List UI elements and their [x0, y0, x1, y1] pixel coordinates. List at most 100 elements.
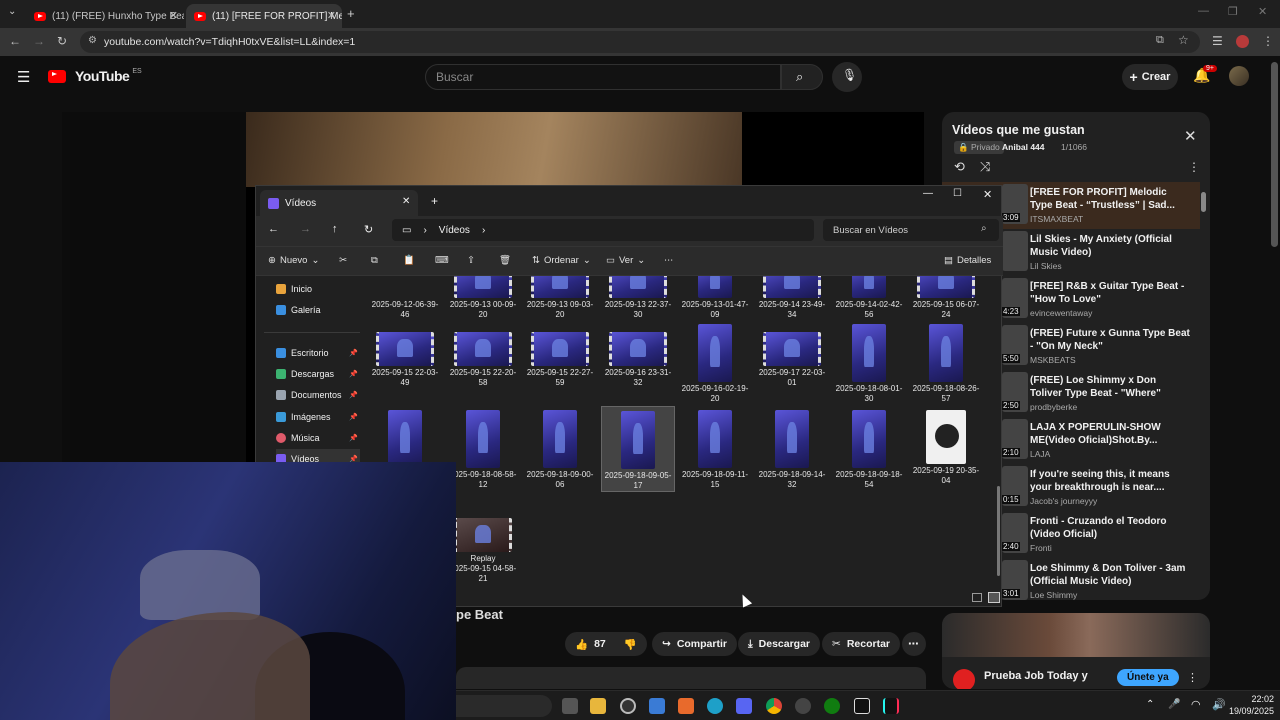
tab-hunxho[interactable]: (11) (FREE) Hunxho Type Beat - ✕: [26, 4, 184, 28]
store-taskbar-icon[interactable]: [649, 698, 665, 714]
file-item[interactable]: 2025-09-18-08-01-30: [832, 320, 906, 406]
playlist-owner[interactable]: Anibal 444: [1002, 142, 1045, 152]
brave-taskbar-icon[interactable]: [678, 698, 694, 714]
file-item[interactable]: 2025-09-15 22-03-49: [368, 320, 442, 406]
file-item[interactable]: 2025-09-15 22-20-58: [446, 320, 520, 406]
back-icon[interactable]: ←: [9, 34, 21, 48]
explorer-minimize-icon[interactable]: —: [923, 188, 933, 199]
details-button[interactable]: ▤ Detalles: [944, 255, 991, 266]
share-icon[interactable]: ⇪: [467, 255, 475, 266]
obs-taskbar-icon[interactable]: [620, 698, 636, 714]
file-item[interactable]: 2025-09-17 22-03-01: [755, 320, 829, 406]
sidebar-item-documents[interactable]: Documentos 📌: [276, 385, 360, 405]
address-bar[interactable]: ⚙ youtube.com/watch?v=TdiqhH0txVE&list=L…: [80, 31, 1200, 53]
new-tab-icon[interactable]: +: [347, 6, 355, 21]
explorer-refresh-icon[interactable]: ↻: [364, 223, 373, 236]
extensions-icon[interactable]: ☰: [1212, 34, 1223, 48]
minimize-window-icon[interactable]: —: [1198, 5, 1209, 17]
playlist-scrollbar[interactable]: [1201, 192, 1206, 212]
task-view-icon[interactable]: [562, 698, 578, 714]
explorer-address-bar[interactable]: ▭ › Vídeos ›: [392, 219, 814, 241]
sponsored-ad[interactable]: Prueba Job Today y Únete ya ⋮: [942, 613, 1210, 689]
close-tab-icon[interactable]: ✕: [169, 9, 178, 22]
paste-icon[interactable]: 📋: [403, 255, 415, 266]
file-item-selected[interactable]: 2025-09-18-09-05-17: [601, 406, 675, 492]
ad-menu-icon[interactable]: ⋮: [1187, 671, 1198, 684]
volume-tray-icon[interactable]: 🔊: [1212, 698, 1226, 711]
download-button[interactable]: ⤓ Descargar: [738, 632, 821, 656]
explorer-search-input[interactable]: Buscar en Vídeos ⌕: [823, 219, 999, 241]
wifi-tray-icon[interactable]: ◠: [1191, 698, 1201, 711]
xbox-taskbar-icon[interactable]: [824, 698, 840, 714]
file-item[interactable]: 2025-09-18-08-58-12: [446, 406, 520, 492]
search-input[interactable]: Buscar: [425, 64, 781, 90]
chrome-menu-icon[interactable]: ⋮: [1262, 34, 1274, 48]
chrome-taskbar-icon[interactable]: [766, 698, 782, 714]
explorer-tab[interactable]: Vídeos ✕: [260, 190, 418, 216]
cut-icon[interactable]: ✂: [339, 255, 347, 266]
tray-chevron-icon[interactable]: ⌃: [1146, 699, 1154, 710]
file-item[interactable]: 2025-09-18-09-18-54: [832, 406, 906, 492]
cast-icon[interactable]: ⧉: [1156, 34, 1164, 47]
explorer-close-icon[interactable]: ✕: [983, 188, 992, 201]
taskbar-time[interactable]: 22:02: [1246, 694, 1274, 704]
file-item[interactable]: 2025-09-15 22-27-59: [523, 320, 597, 406]
forward-icon[interactable]: →: [33, 34, 45, 48]
more-actions-button[interactable]: ⋯: [902, 632, 926, 656]
close-window-icon[interactable]: ✕: [1258, 5, 1267, 18]
like-button[interactable]: 👍 87 👎: [565, 632, 647, 656]
page-scrollbar[interactable]: [1271, 62, 1278, 247]
close-playlist-icon[interactable]: ✕: [1184, 127, 1197, 145]
reload-icon[interactable]: ↻: [57, 34, 67, 48]
explorer-back-icon[interactable]: ←: [268, 223, 279, 235]
file-item[interactable]: 2025-09-18-09-14-32: [755, 406, 829, 492]
mic-tray-icon[interactable]: 🎤: [1168, 699, 1180, 710]
app-taskbar-icon[interactable]: [795, 698, 811, 714]
edge-taskbar-icon[interactable]: [707, 698, 723, 714]
hamburger-menu-icon[interactable]: ☰: [17, 68, 30, 86]
file-item[interactable]: 2025-09-18-08-26-57: [909, 320, 983, 406]
youtube-logo[interactable]: YouTube ES: [48, 68, 142, 84]
breadcrumb-videos[interactable]: Vídeos: [439, 225, 470, 236]
ad-join-button[interactable]: Únete ya: [1117, 669, 1179, 686]
file-item[interactable]: 2025-09-18-09-11-15: [678, 406, 752, 492]
file-explorer-taskbar-icon[interactable]: [590, 698, 606, 714]
tiktok-taskbar-icon[interactable]: [883, 698, 899, 714]
loop-icon[interactable]: ⟲: [954, 159, 965, 175]
site-info-icon[interactable]: ⚙: [88, 35, 97, 46]
rename-icon[interactable]: ⌨: [435, 255, 449, 266]
shuffle-icon[interactable]: ⤨: [980, 159, 990, 175]
search-button[interactable]: ⌕: [781, 64, 823, 90]
sidebar-item-desktop[interactable]: Escritorio 📌: [276, 343, 360, 363]
explorer-maximize-icon[interactable]: ☐: [953, 188, 962, 199]
explorer-forward-icon[interactable]: →: [300, 223, 311, 235]
taskbar-date[interactable]: 19/09/2025: [1226, 706, 1274, 716]
clip-button[interactable]: ✂ Recortar: [822, 632, 900, 656]
tiles-view-icon[interactable]: [988, 592, 1000, 603]
file-item[interactable]: 2025-09-16-02-19-20: [678, 320, 752, 406]
new-explorer-tab-icon[interactable]: +: [431, 194, 438, 208]
file-item[interactable]: 2025-09-18-09-00-06: [523, 406, 597, 492]
close-tab-icon[interactable]: ✕: [327, 9, 336, 22]
file-item-replay[interactable]: Replay 2025-09-15 04-58-21: [446, 514, 520, 600]
taskbar-search-box[interactable]: [456, 695, 552, 717]
explorer-up-icon[interactable]: ↑: [332, 223, 338, 235]
sidebar-item-home[interactable]: Inicio: [276, 279, 360, 299]
sidebar-item-downloads[interactable]: Descargas 📌: [276, 364, 360, 384]
capcut-taskbar-icon[interactable]: [854, 698, 870, 714]
thumbs-down-icon[interactable]: 👎: [624, 638, 637, 651]
copy-icon[interactable]: ⧉: [371, 255, 378, 266]
delete-icon[interactable]: 🗑: [499, 255, 511, 266]
sidebar-item-music[interactable]: Música 📌: [276, 428, 360, 448]
sidebar-item-gallery[interactable]: Galería: [276, 300, 360, 320]
file-item[interactable]: 2025-09-19 20-35-04: [909, 406, 983, 492]
profile-avatar[interactable]: [1236, 35, 1249, 48]
explorer-scrollbar[interactable]: [997, 486, 1000, 576]
new-button[interactable]: ⊕ Nuevo ⌄: [268, 255, 319, 266]
file-item[interactable]: 2025-09-16 23-31-32: [601, 320, 675, 406]
view-button[interactable]: ▭ Ver ⌄: [606, 255, 645, 266]
create-button[interactable]: + Crear: [1122, 64, 1178, 90]
close-explorer-tab-icon[interactable]: ✕: [402, 196, 410, 207]
details-view-icon[interactable]: [972, 593, 982, 602]
playlist-menu-icon[interactable]: ⋮: [1188, 160, 1200, 174]
